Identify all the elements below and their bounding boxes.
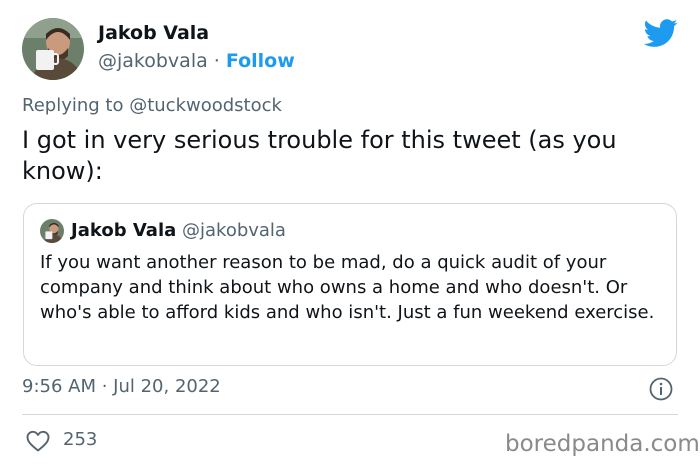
tweet-text: I got in very serious trouble for this t… [22,126,617,185]
replying-to-prefix: Replying to [22,95,130,116]
quoted-author-avatar [40,219,64,243]
handle-separator: · [207,50,226,72]
heart-icon[interactable] [26,430,50,452]
quoted-tweet[interactable]: Jakob Vala @jakobvala If you want anothe… [23,203,677,366]
quoted-author-handle: @jakobvala [182,220,286,241]
author-avatar[interactable] [22,18,84,80]
follow-button[interactable]: Follow [226,50,295,72]
tweet-timestamp[interactable]: 9:56 AM · Jul 20, 2022 [22,376,221,397]
info-icon[interactable] [649,377,673,401]
like-count: 253 [63,429,98,450]
tweet-card: Jakob Vala @jakobvala · Follow Replying … [0,0,700,469]
watermark: boredpanda.com [505,431,700,457]
quoted-author-name: Jakob Vala [71,220,177,241]
author-handle[interactable]: @jakobvala [98,50,208,72]
replying-to-line: Replying to @tuckwoodstock [22,95,282,116]
quoted-author: Jakob Vala @jakobvala [71,220,286,241]
twitter-bird-icon[interactable] [644,16,678,50]
author-name[interactable]: Jakob Vala [98,22,209,44]
replying-to-handle[interactable]: @tuckwoodstock [129,95,282,116]
author-handle-row: @jakobvala · Follow [98,50,295,72]
divider [22,414,678,415]
quoted-tweet-text: If you want another reason to be mad, do… [40,252,655,323]
